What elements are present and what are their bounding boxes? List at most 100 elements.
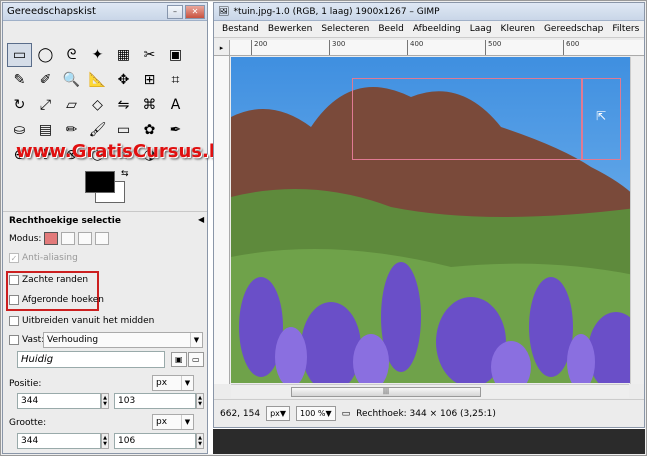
size-height-input[interactable]: 106 (114, 433, 196, 449)
size-width-spinner[interactable]: ▲ ▼ (101, 433, 109, 449)
crop-icon[interactable]: ⌗ (163, 68, 188, 92)
cage-icon[interactable]: ⌘ (137, 93, 162, 117)
zoom-icon[interactable]: 🔍 (59, 68, 84, 92)
lasso-icon[interactable]: ᘓ (59, 43, 84, 67)
ruler-tick-label: 400 (407, 40, 423, 55)
ruler-tick-label: 600 (563, 40, 579, 55)
aspect-toggle-icon[interactable]: ▭ (188, 352, 204, 367)
scrollbar-thumb[interactable]: ||| (291, 387, 481, 397)
fixed-select[interactable]: Verhouding ▼ (43, 332, 203, 348)
pencil-icon[interactable]: ✏ (59, 118, 84, 142)
toolbox-title: Gereedschapskist (7, 6, 96, 17)
position-unit-select[interactable]: px ▼ (152, 375, 194, 391)
position-x-spinner[interactable]: ▲ ▼ (101, 393, 109, 409)
ratio-field[interactable]: Huidig (17, 351, 165, 368)
zoom-select[interactable]: 100 % ▼ (296, 406, 336, 421)
tool-options-title: Rechthoekige selectie (9, 216, 121, 226)
toolbox-window: Gereedschapskist – ✕ ▭ ◯ ᘓ ✦ ▦ ✂ ▣ ✎ ✐ 🔍 📐 ✥ ⊞ ⌗ ↻ ⤢ ▱ ◇ ⇋… (2, 2, 234, 454)
position-y-spinner[interactable]: ▲ ▼ (196, 393, 204, 409)
size-unit-value: px (156, 417, 168, 427)
feather-checkbox[interactable] (9, 275, 19, 285)
mode-add-button[interactable] (61, 232, 76, 245)
text-icon[interactable]: A (163, 93, 188, 117)
mode-subtract-button[interactable] (78, 232, 93, 245)
gimp-icon: 🖼 (218, 6, 230, 17)
airbrush-icon[interactable]: ✿ (137, 118, 162, 142)
position-y-input[interactable]: 103 (114, 393, 196, 409)
image-canvas[interactable]: ⇱ (231, 57, 644, 383)
swap-colors-icon[interactable]: ⇆ (121, 169, 129, 179)
size-width-input[interactable]: 344 (17, 433, 101, 449)
eraser-icon[interactable]: ▭ (111, 118, 136, 142)
menu-item-2[interactable]: Selecteren (321, 24, 369, 34)
cursor-icon: ⇱ (596, 109, 607, 123)
flip-icon[interactable]: ⇋ (111, 93, 136, 117)
horizontal-scrollbar[interactable]: ||| (231, 384, 629, 398)
measure-icon[interactable]: 📐 (85, 68, 110, 92)
expand-row: Uitbreiden vanuit het midden (9, 316, 154, 326)
move-icon[interactable]: ✥ (111, 68, 136, 92)
menu-item-3[interactable]: Beeld (378, 24, 403, 34)
unit-select[interactable]: px ▼ (266, 406, 291, 421)
size-unit-select[interactable]: px ▼ (152, 414, 194, 430)
gradient-icon[interactable]: ▤ (33, 118, 58, 142)
unit-value: px (270, 409, 280, 418)
fuzzy-select-icon[interactable]: ✦ (85, 43, 110, 67)
menu-item-1[interactable]: Bewerken (268, 24, 312, 34)
size-height-spinner[interactable]: ▲ ▼ (196, 433, 204, 449)
scale-icon[interactable]: ⤢ (33, 93, 58, 117)
pin-icon[interactable]: ▣ (171, 352, 187, 367)
fg-bg-colors[interactable]: ⇆ (85, 169, 135, 207)
vertical-ruler (214, 56, 230, 384)
menu-item-7[interactable]: Gereedschap (544, 24, 603, 34)
align-icon[interactable]: ⊞ (137, 68, 162, 92)
vertical-scrollbar[interactable] (630, 57, 644, 384)
ruler-corner[interactable]: ▸ (214, 40, 230, 56)
divider (3, 211, 207, 212)
mode-replace-button[interactable] (44, 232, 59, 245)
rotate-icon[interactable]: ↻ (7, 93, 32, 117)
fixed-row: Vast: (9, 335, 44, 345)
close-button[interactable]: ✕ (185, 4, 205, 19)
color-picker-icon[interactable]: ✐ (33, 68, 58, 92)
menu-item-0[interactable]: Bestand (222, 24, 259, 34)
image-titlebar: 🖼 *tuin.jpg-1.0 (RGB, 1 laag) 1900x1267 … (214, 3, 644, 21)
paths-icon[interactable]: ✎ (7, 68, 32, 92)
menu-item-5[interactable]: Laag (470, 24, 492, 34)
foreground-select-icon[interactable]: ▣ (163, 43, 188, 67)
scissors-icon[interactable]: ✂ (137, 43, 162, 67)
expand-checkbox[interactable] (9, 316, 19, 326)
fixed-label: Vast: (22, 335, 45, 345)
paintbrush-icon[interactable]: 🖌 (85, 118, 110, 142)
ruler-tick-label: 500 (485, 40, 501, 55)
bucket-fill-icon[interactable]: ⛀ (7, 118, 32, 142)
perspective-icon[interactable]: ◇ (85, 93, 110, 117)
color-select-icon[interactable]: ▦ (111, 43, 136, 67)
mode-intersect-button[interactable] (95, 232, 110, 245)
position-unit-value: px (156, 378, 168, 388)
chevron-down-icon: ▼ (181, 376, 193, 390)
fixed-select-value: Verhouding (47, 335, 99, 345)
menu-item-6[interactable]: Kleuren (501, 24, 535, 34)
mode-row: Modus: (9, 232, 110, 245)
foreground-color[interactable] (85, 171, 115, 193)
image-window: 🖼 *tuin.jpg-1.0 (RGB, 1 laag) 1900x1267 … (213, 2, 645, 428)
ink-icon[interactable]: ✒ (163, 118, 188, 142)
size-label: Grootte: (9, 418, 47, 428)
ellipse-select-icon[interactable]: ◯ (33, 43, 58, 67)
minimize-button[interactable]: – (167, 4, 183, 19)
menu-item-8[interactable]: Filters (612, 24, 639, 34)
position-x-input[interactable]: 344 (17, 393, 101, 409)
selection-rectangle[interactable] (352, 78, 582, 160)
shear-icon[interactable]: ▱ (59, 93, 84, 117)
image-title: *tuin.jpg-1.0 (RGB, 1 laag) 1900x1267 – … (233, 6, 440, 17)
antialias-row: ✓ Anti-aliasing (9, 253, 78, 263)
fixed-checkbox[interactable] (9, 335, 19, 345)
desktop-background (213, 429, 645, 454)
menu-item-4[interactable]: Afbeelding (413, 24, 461, 34)
rect-icon: ▭ (341, 408, 351, 419)
rounded-corners-checkbox[interactable] (9, 295, 19, 305)
antialias-checkbox[interactable]: ✓ (9, 253, 19, 263)
options-menu-icon[interactable]: ◀ (198, 215, 204, 224)
rect-select-icon[interactable]: ▭ (7, 43, 32, 67)
